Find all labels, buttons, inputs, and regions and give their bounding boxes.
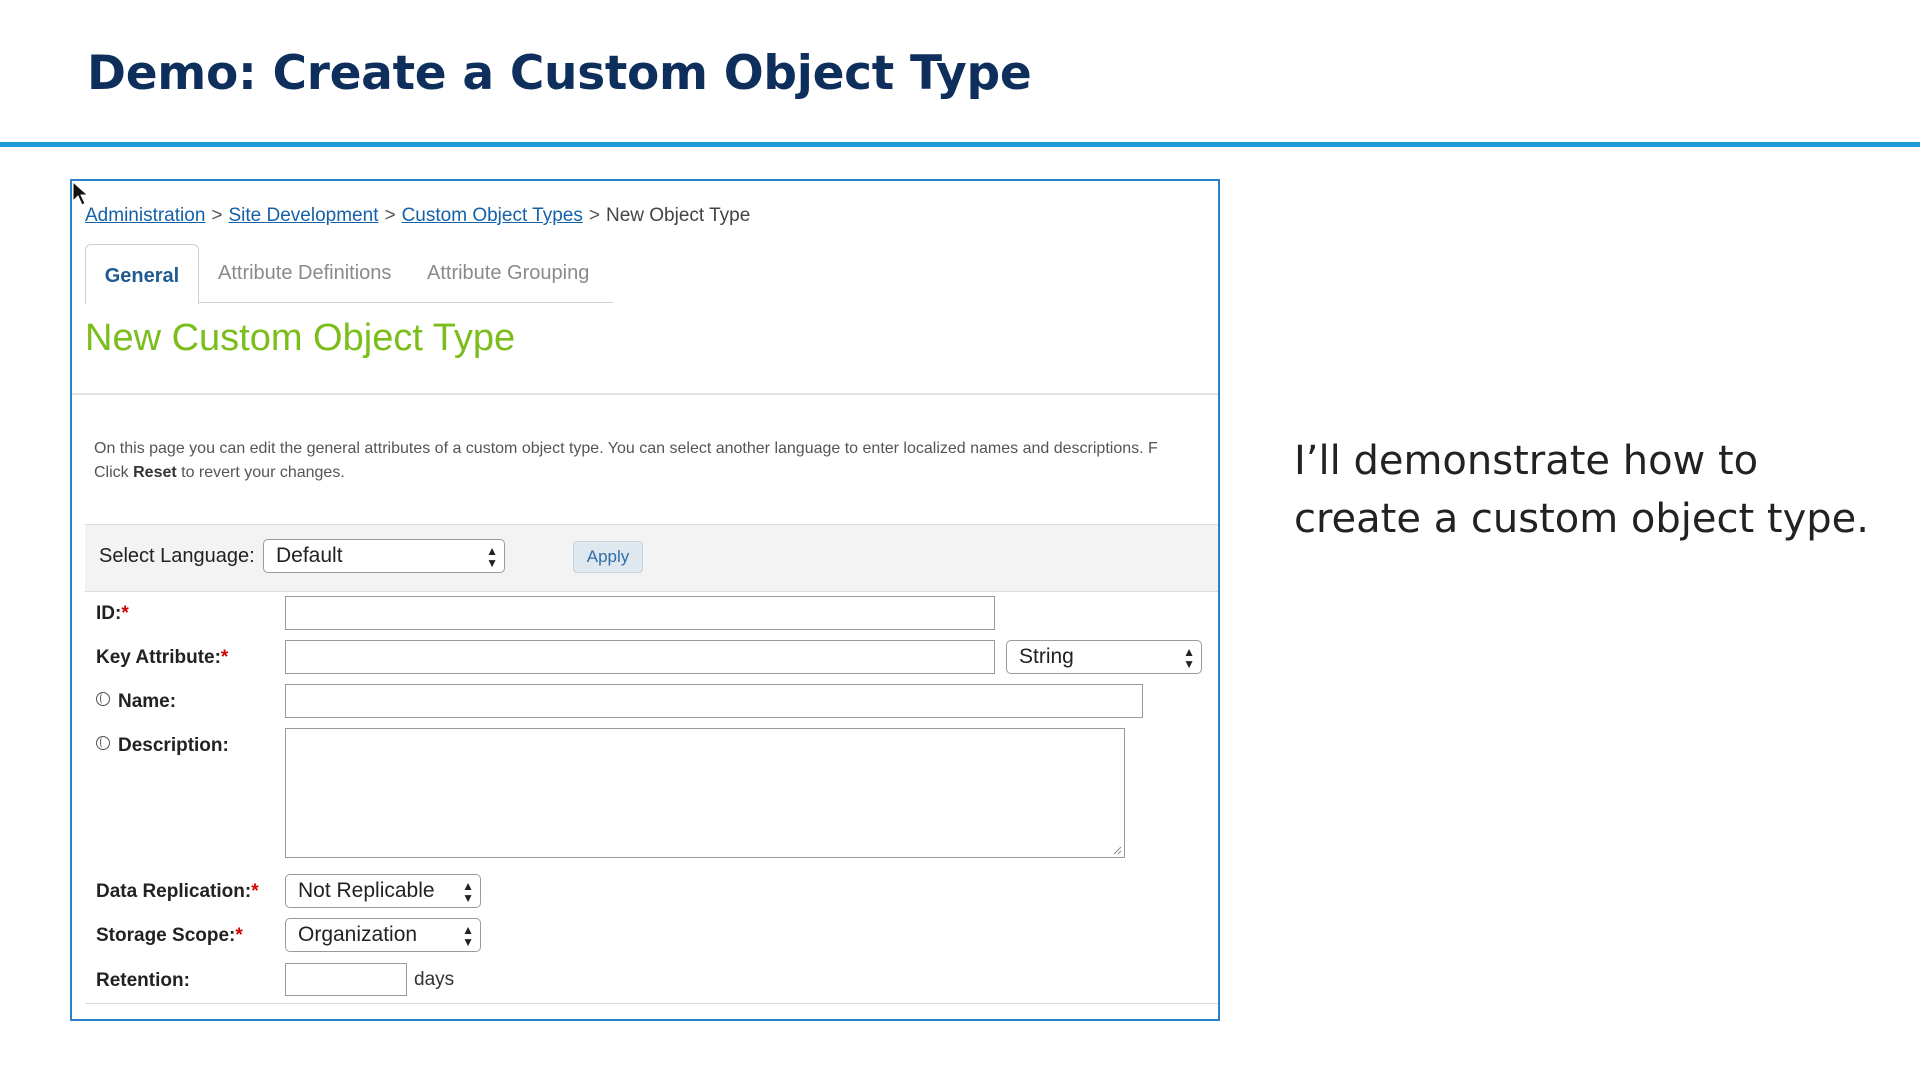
storage-scope-select[interactable]: Organization ▲ ▼	[285, 918, 481, 952]
select-arrows-icon: ▲ ▼	[462, 879, 474, 905]
language-bar: Select Language: Default ▲ ▼ Apply	[85, 524, 1218, 592]
description-label-text: Description:	[118, 735, 229, 756]
key-attribute-label-text: Key Attribute:	[96, 647, 221, 668]
select-arrows-icon: ▲ ▼	[486, 544, 498, 570]
intro-line-2: Click Reset to revert your changes.	[94, 461, 1158, 485]
divider	[85, 1003, 1218, 1004]
intro-text-part: to revert your changes.	[176, 464, 345, 481]
language-select-value: Default	[276, 544, 343, 567]
required-mark: *	[121, 603, 129, 624]
required-mark: *	[235, 925, 243, 946]
storage-scope-label: Storage Scope:*	[96, 925, 243, 947]
description-label: Description:	[96, 735, 229, 757]
resize-handle-icon[interactable]	[1112, 845, 1122, 855]
key-attribute-input[interactable]	[285, 640, 995, 674]
breadcrumb-custom-object-types[interactable]: Custom Object Types	[402, 205, 583, 226]
breadcrumb-separator: >	[384, 205, 396, 226]
required-mark: *	[220, 647, 229, 668]
breadcrumb-separator: >	[211, 205, 223, 226]
tab-bar: General Attribute Definitions Attribute …	[85, 244, 613, 304]
data-replication-label: Data Replication:*	[96, 881, 259, 903]
language-label: Select Language:	[99, 545, 255, 567]
page-heading: New Custom Object Type	[85, 317, 516, 359]
id-label: ID:*	[96, 603, 129, 625]
data-replication-value: Not Replicable	[298, 879, 435, 902]
select-arrows-icon: ▲ ▼	[462, 923, 474, 949]
intro-line-1: On this page you can edit the general at…	[94, 440, 1158, 457]
required-mark: *	[251, 881, 259, 902]
breadcrumb-separator: >	[588, 205, 600, 226]
name-label-text: Name:	[118, 691, 177, 712]
divider	[72, 393, 1218, 395]
narration-text: I’ll demonstrate how to create a custom …	[1294, 438, 1869, 542]
globe-icon	[96, 692, 110, 706]
retention-unit: days	[414, 969, 455, 990]
storage-scope-label-text: Storage Scope:	[96, 925, 236, 946]
title-divider	[0, 142, 1920, 147]
name-input[interactable]	[285, 684, 1143, 718]
breadcrumb-site-development[interactable]: Site Development	[229, 205, 379, 226]
tab-attribute-definitions[interactable]: Attribute Definitions	[218, 244, 391, 302]
tab-attribute-grouping[interactable]: Attribute Grouping	[427, 244, 589, 302]
retention-label: Retention:	[96, 970, 190, 991]
storage-scope-value: Organization	[298, 923, 418, 946]
description-textarea[interactable]	[285, 728, 1125, 858]
key-attribute-type-value: String	[1019, 645, 1074, 668]
screenshot-frame: Administration > Site Development > Custom O…	[70, 179, 1220, 1021]
breadcrumb: Administration > Site Development > Custom O…	[85, 205, 750, 227]
id-input[interactable]	[285, 596, 995, 630]
breadcrumb-current: New Object Type	[605, 205, 751, 226]
tab-general[interactable]: General	[85, 244, 199, 304]
breadcrumb-administration[interactable]: Administration	[85, 205, 205, 226]
reset-keyword: Reset	[133, 464, 177, 481]
intro-text: On this page you can edit the general at…	[94, 437, 1158, 485]
globe-icon	[96, 736, 110, 750]
key-attribute-label: Key Attribute:*	[96, 647, 228, 669]
select-arrows-icon: ▲ ▼	[1183, 645, 1195, 671]
mouse-pointer-icon	[72, 181, 89, 206]
data-replication-select[interactable]: Not Replicable ▲ ▼	[285, 874, 481, 908]
language-select[interactable]: Default ▲ ▼	[263, 539, 505, 573]
key-attribute-type-select[interactable]: String ▲ ▼	[1006, 640, 1202, 674]
apply-button[interactable]: Apply	[573, 541, 643, 573]
retention-input[interactable]	[285, 963, 407, 996]
id-label-text: ID:	[96, 603, 122, 624]
intro-text-part: Click	[94, 464, 134, 481]
slide-title: Demo: Create a Custom Object Type	[87, 46, 1032, 101]
data-replication-label-text: Data Replication:	[96, 881, 252, 902]
name-label: Name:	[96, 691, 176, 713]
